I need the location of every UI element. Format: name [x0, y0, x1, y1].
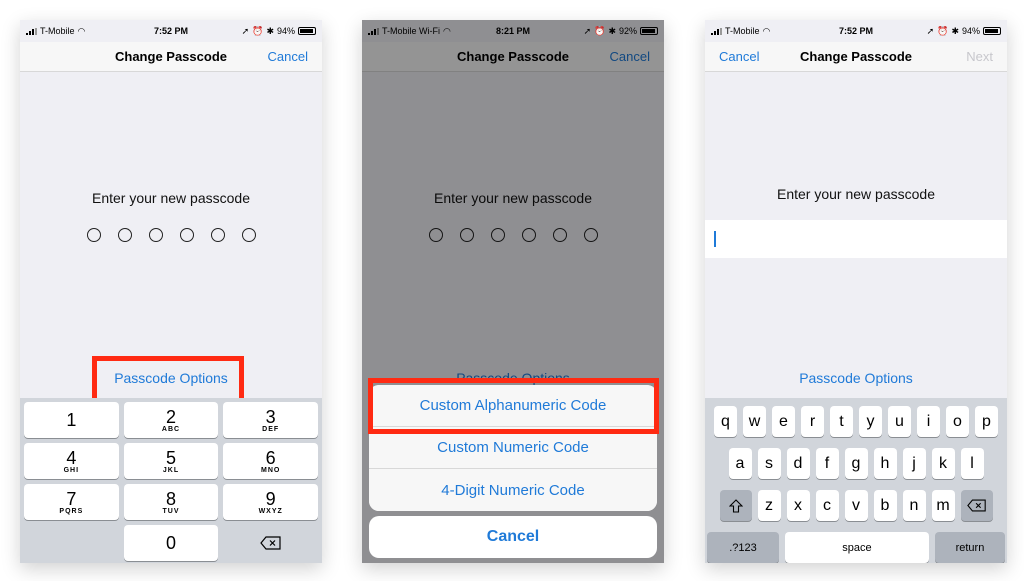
wifi-icon: ◠ [762, 25, 771, 36]
passcode-dots [20, 228, 322, 242]
key-4[interactable]: 4 GHI [24, 443, 119, 479]
key-h[interactable]: h [873, 448, 897, 479]
carrier-label: T-Mobile [40, 26, 75, 36]
numeric-keypad: 1 2 ABC 3 DEF 4 GHI 5 JKL 6 MNO 7 PQRS 8 TUV 9W… [20, 398, 322, 563]
key-c[interactable]: c [815, 490, 839, 521]
location-icon: ➚ [241, 25, 250, 36]
cancel-button[interactable]: Cancel [719, 49, 759, 64]
battery-icon [983, 27, 1001, 35]
wifi-icon: ◠ [77, 25, 86, 36]
key-s[interactable]: s [757, 448, 781, 479]
bluetooth-icon: ✱ [951, 25, 959, 36]
shift-icon [728, 498, 743, 513]
passcode-dot [210, 228, 225, 242]
delete-icon [259, 536, 281, 550]
delete-icon [966, 499, 986, 512]
page-title: Change Passcode [115, 49, 227, 64]
location-icon: ➚ [583, 25, 592, 36]
key-p[interactable]: p [975, 406, 998, 437]
key-x[interactable]: x [786, 490, 810, 521]
space-key[interactable]: space [784, 532, 929, 563]
key-i[interactable]: i [917, 406, 940, 437]
key-k[interactable]: k [931, 448, 955, 479]
signal-icon [711, 27, 722, 35]
phone-screen-alphanumeric-passcode: T-Mobile ◠ 7:52 PM ➚ ⏰ ✱ 94% Cancel Chan… [705, 20, 1007, 563]
four-digit-numeric-option[interactable]: 4-Digit Numeric Code [369, 469, 657, 511]
sheet-cancel-button[interactable]: Cancel [369, 516, 657, 558]
key-m[interactable]: m [931, 490, 955, 521]
passcode-dot [241, 228, 256, 242]
passcode-dot [179, 228, 194, 242]
key-t[interactable]: t [830, 406, 853, 437]
key-v[interactable]: v [844, 490, 868, 521]
key-f[interactable]: f [815, 448, 839, 479]
key-e[interactable]: e [772, 406, 795, 437]
highlight-box [368, 378, 659, 434]
battery-percent: 94% [961, 26, 980, 36]
passcode-options-button[interactable]: Passcode Options [705, 370, 1007, 386]
key-q[interactable]: q [714, 406, 737, 437]
navigation-bar: Change Passcode Cancel [20, 42, 322, 72]
page-title: Change Passcode [800, 49, 912, 64]
cancel-button[interactable]: Cancel [268, 49, 308, 64]
alarm-icon: ⏰ [252, 25, 264, 36]
key-u[interactable]: u [888, 406, 911, 437]
phone-screen-numeric-passcode: T-Mobile ◠ 7:52 PM ➚ ⏰ ✱ 94% Change Pass… [20, 20, 322, 563]
battery-icon [298, 27, 316, 35]
key-3[interactable]: 3 DEF [223, 402, 319, 438]
passcode-prompt: Enter your new passcode [92, 190, 250, 206]
passcode-dot [117, 228, 132, 242]
numbers-key[interactable]: .?123 [707, 532, 779, 563]
key-g[interactable]: g [844, 448, 868, 479]
key-b[interactable]: b [873, 490, 897, 521]
key-r[interactable]: r [801, 406, 824, 437]
signal-icon [26, 27, 37, 35]
key-0[interactable]: 0 [123, 525, 219, 561]
key-7[interactable]: 7 PQRS [24, 484, 119, 520]
bluetooth-icon: ✱ [266, 25, 274, 36]
blank-key [24, 525, 119, 561]
key-a[interactable]: a [728, 448, 752, 479]
key-2[interactable]: 2 ABC [123, 402, 219, 438]
key-o[interactable]: o [946, 406, 969, 437]
status-bar: T-Mobile ◠ 7:52 PM ➚ ⏰ ✱ 94% [705, 20, 1007, 42]
key-5[interactable]: 5 JKL [123, 443, 219, 479]
key-z[interactable]: z [757, 490, 781, 521]
return-key[interactable]: return [934, 532, 1005, 563]
passcode-prompt: Enter your new passcode [777, 186, 935, 202]
alphabetic-keyboard: qwertyuiop asdfghjkl zxcvbnm .?123 space… [705, 398, 1007, 563]
alarm-icon: ⏰ [937, 25, 949, 36]
battery-icon [640, 27, 658, 35]
delete-key[interactable] [960, 490, 993, 521]
alarm-icon: ⏰ [594, 25, 606, 36]
battery-percent: 92% [618, 26, 637, 36]
key-n[interactable]: n [902, 490, 926, 521]
shift-key[interactable] [719, 490, 752, 521]
key-l[interactable]: l [960, 448, 984, 479]
status-bar: T-Mobile ◠ 7:52 PM ➚ ⏰ ✱ 94% [20, 20, 322, 42]
delete-key[interactable] [223, 525, 318, 561]
bluetooth-icon: ✱ [608, 25, 616, 36]
passcode-dot [148, 228, 163, 242]
passcode-input[interactable] [705, 220, 1007, 258]
key-1[interactable]: 1 [24, 402, 119, 438]
key-8[interactable]: 8 TUV [123, 484, 219, 520]
phone-screen-passcode-options: T-Mobile Wi-Fi ◠ 8:21 PM ➚ ⏰ ✱ 92% Chang… [362, 20, 664, 563]
key-y[interactable]: y [859, 406, 882, 437]
navigation-bar: Cancel Change Passcode Next [705, 42, 1007, 72]
text-cursor [714, 231, 716, 247]
next-button[interactable]: Next [966, 49, 993, 64]
location-icon: ➚ [926, 25, 935, 36]
carrier-label: T-Mobile [725, 26, 760, 36]
key-w[interactable]: w [743, 406, 766, 437]
highlight-box [92, 356, 244, 403]
key-6[interactable]: 6 MNO [223, 443, 319, 479]
key-d[interactable]: d [786, 448, 810, 479]
key-j[interactable]: j [902, 448, 926, 479]
key-9[interactable]: 9 WXYZ [223, 484, 319, 520]
battery-percent: 94% [276, 26, 295, 36]
passcode-dot [86, 228, 101, 242]
